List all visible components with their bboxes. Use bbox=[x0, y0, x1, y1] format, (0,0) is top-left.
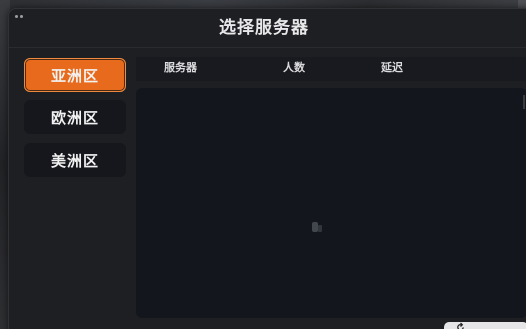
server-select-dialog: 选择服务器 亚洲区 欧洲区 美洲区 服务器 人数 延迟 bbox=[8, 8, 526, 329]
region-tab-americas[interactable]: 美洲区 bbox=[24, 143, 126, 177]
column-header-server[interactable]: 服务器 bbox=[164, 57, 197, 79]
region-tab-europe[interactable]: 欧洲区 bbox=[24, 100, 126, 134]
region-tab-asia[interactable]: 亚洲区 bbox=[24, 58, 126, 92]
column-header-players[interactable]: 人数 bbox=[283, 57, 305, 79]
refresh-icon bbox=[457, 322, 464, 329]
spinner-icon bbox=[312, 222, 322, 232]
scrollbar[interactable] bbox=[523, 95, 525, 109]
title-divider bbox=[9, 47, 526, 48]
refresh-button[interactable] bbox=[444, 322, 526, 329]
server-list[interactable] bbox=[136, 88, 526, 318]
column-header-latency[interactable]: 延迟 bbox=[381, 57, 403, 79]
server-list-header: 服务器 人数 延迟 bbox=[136, 57, 526, 81]
dialog-title: 选择服务器 bbox=[219, 18, 309, 38]
game-screen: 选择服务器 亚洲区 欧洲区 美洲区 服务器 人数 延迟 bbox=[0, 0, 526, 329]
